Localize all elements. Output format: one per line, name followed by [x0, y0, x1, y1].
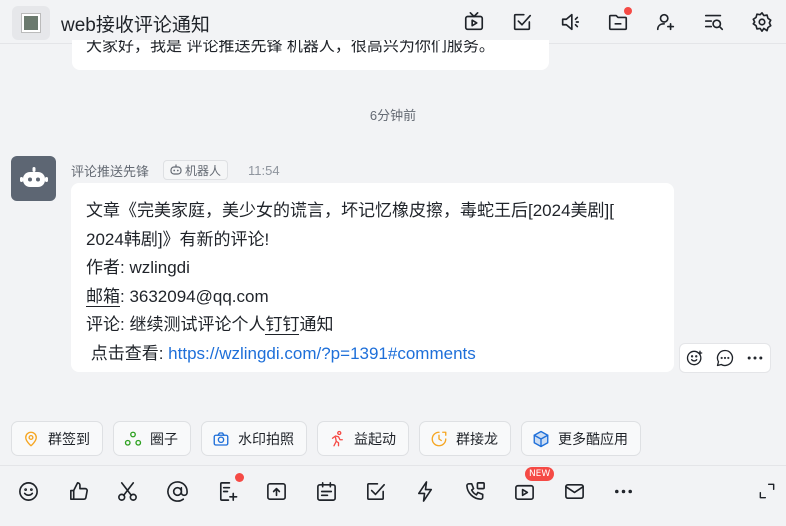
quick-apps-bar: 群签到 圈子 水印拍照 益起动 群接龙 更多酷应用	[11, 421, 641, 457]
folder-icon[interactable]	[594, 6, 642, 38]
reply-icon[interactable]	[710, 344, 740, 372]
cube-icon	[533, 430, 549, 447]
input-toolbar: NEW	[4, 467, 649, 510]
message-line-2: 2024韩剧]》有新的评论!	[86, 229, 270, 249]
quick-app-relay[interactable]: 群接龙	[419, 421, 511, 456]
bot-avatar[interactable]	[11, 156, 56, 201]
quick-app-label: 群接龙	[456, 430, 498, 447]
message-line-6: 点击查看: https://wzlingdi.com/?p=1391#comme…	[86, 340, 660, 369]
task-icon[interactable]	[351, 472, 401, 510]
chat-header: web接收评论通知	[0, 0, 786, 44]
mention-icon[interactable]	[153, 472, 203, 510]
quick-app-label: 益起动	[354, 430, 396, 447]
circle-icon	[124, 431, 142, 446]
relay-icon	[431, 431, 447, 446]
emoji-icon[interactable]	[4, 472, 54, 510]
video-call-icon[interactable]	[450, 472, 500, 510]
thumbs-up-icon[interactable]	[54, 472, 104, 510]
comment-suffix: 通知	[299, 315, 334, 335]
chat-title[interactable]: web接收评论通知	[61, 10, 210, 37]
search-history-icon[interactable]	[690, 6, 738, 38]
calendar-icon[interactable]	[302, 472, 352, 510]
view-label: 点击查看:	[86, 343, 169, 363]
comment-prefix: 评论: 继续测试评论个人	[86, 315, 266, 335]
email-value: : 3632094@qq.com	[120, 286, 269, 306]
bot-tag-label: 机器人	[185, 163, 222, 178]
lightning-icon[interactable]	[401, 472, 451, 510]
upload-file-icon[interactable]	[252, 472, 302, 510]
more-tools-icon[interactable]	[599, 472, 649, 510]
add-document-icon[interactable]	[202, 472, 252, 510]
add-member-icon[interactable]	[642, 6, 690, 38]
quick-app-circle[interactable]: 圈子	[113, 421, 191, 456]
live-icon[interactable]	[450, 6, 498, 38]
quick-app-checkin[interactable]: 群签到	[11, 421, 103, 456]
group-avatar[interactable]	[12, 6, 50, 40]
mail-icon[interactable]	[550, 472, 600, 510]
message-line-3: 作者: wzlingdi	[86, 258, 190, 278]
sender-row: 评论推送先锋 机器人 11:54	[71, 160, 280, 180]
expand-icon[interactable]	[752, 476, 782, 506]
previous-message-bubble: 大家好，我是 评论推送先锋 机器人，很高兴为你们服务。	[72, 40, 549, 70]
message-line-4: 邮箱: 3632094@qq.com	[86, 283, 660, 312]
settings-icon[interactable]	[738, 6, 786, 38]
message-line-5: 评论: 继续测试评论个人钉钉通知	[86, 311, 660, 340]
quick-app-charity-run[interactable]: 益起动	[317, 421, 409, 456]
sender-name[interactable]: 评论推送先锋	[71, 161, 149, 180]
notification-dot	[235, 473, 245, 482]
bot-tag: 机器人	[163, 160, 229, 180]
message-actions	[679, 343, 771, 373]
bot-tag-icon	[170, 164, 182, 175]
message-bubble: 文章《完美家庭，美少女的谎言，坏记忆橡皮擦，毒蛇王后[2024美剧][ 2024…	[71, 183, 674, 372]
scissors-icon[interactable]	[103, 472, 153, 510]
time-separator: 6分钟前	[369, 108, 417, 123]
quick-app-more[interactable]: 更多酷应用	[521, 421, 641, 456]
message-line-1: 文章《完美家庭，美少女的谎言，坏记忆橡皮擦，毒蛇王后[2024美剧][	[86, 201, 614, 220]
email-label: 邮箱	[86, 286, 120, 307]
notification-dot	[624, 7, 632, 15]
quick-app-label: 圈子	[150, 430, 178, 447]
quick-app-label: 群签到	[48, 430, 90, 447]
robot-icon	[19, 166, 48, 187]
message-time: 11:54	[248, 162, 280, 178]
input-divider	[0, 465, 786, 466]
quick-app-watermark-camera[interactable]: 水印拍照	[201, 421, 307, 456]
announce-icon[interactable]	[546, 6, 594, 38]
comments-link[interactable]: https://wzlingdi.com/?p=1391#comments	[168, 344, 476, 363]
more-options-icon[interactable]	[740, 344, 770, 372]
camera-icon	[213, 431, 229, 446]
emoji-reaction-icon[interactable]	[680, 344, 710, 372]
comment-keyword: 钉钉	[265, 315, 300, 336]
live-stream-icon[interactable]: NEW	[500, 467, 555, 510]
previous-message-text: 大家好，我是 评论推送先锋 机器人，很高兴为你们服务。	[86, 40, 495, 55]
quick-app-label: 水印拍照	[238, 430, 294, 447]
run-icon	[331, 430, 343, 446]
quick-app-label: 更多酷应用	[558, 430, 628, 447]
todo-icon[interactable]	[498, 6, 546, 38]
checkin-icon	[25, 431, 37, 446]
header-toolbar	[450, 6, 786, 38]
